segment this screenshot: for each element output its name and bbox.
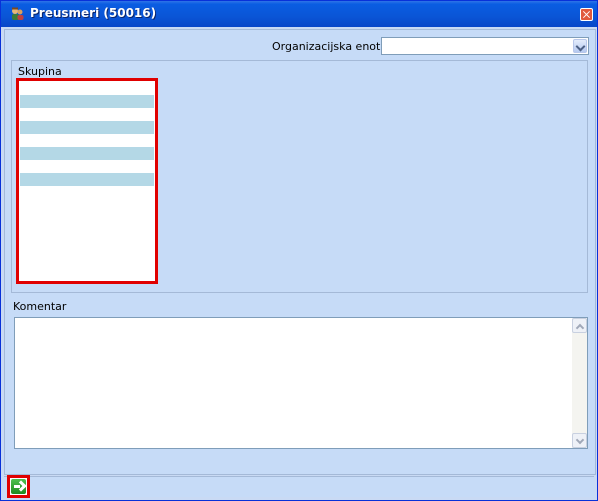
users-icon [12,7,24,20]
arrow-right-icon [11,479,26,494]
list-item[interactable] [20,134,154,147]
comment-label: Komentar [13,300,67,313]
group-label: Skupina [18,65,62,78]
main-panel: Organizacijska enota: Skupina Komentar [4,29,596,475]
chevron-down-icon[interactable] [573,39,587,53]
scroll-down-icon[interactable] [572,433,587,448]
list-item[interactable] [20,186,154,199]
dialog-window: Preusmeri (50016) Organizacijska enota: … [0,0,598,501]
comment-textarea[interactable] [14,317,588,449]
list-item[interactable] [20,121,154,134]
title-bar[interactable]: Preusmeri (50016) [1,1,597,27]
footer-bar [4,475,594,498]
close-icon[interactable] [580,8,593,21]
list-item[interactable] [20,173,154,186]
org-unit-dropdown[interactable] [381,37,589,55]
next-button[interactable] [7,475,30,498]
comment-scrollbar[interactable] [572,318,587,448]
list-item[interactable] [20,82,154,95]
list-item[interactable] [20,147,154,160]
list-item[interactable] [20,160,154,173]
list-item[interactable] [20,95,154,108]
org-unit-label: Organizacijska enota: [272,40,391,53]
scroll-up-icon[interactable] [572,318,587,333]
list-item[interactable] [20,108,154,121]
group-list[interactable] [16,78,158,284]
window-title: Preusmeri (50016) [30,6,157,20]
